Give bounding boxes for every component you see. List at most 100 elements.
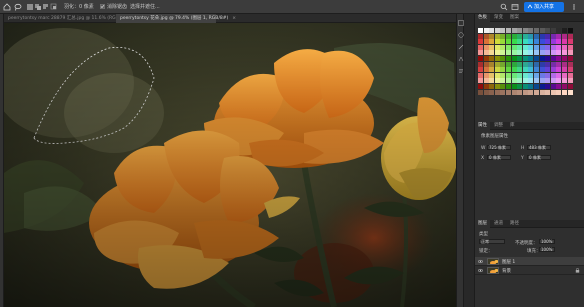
- color-swatch[interactable]: [517, 61, 523, 67]
- color-swatch[interactable]: [500, 44, 506, 50]
- search-icon[interactable]: [500, 3, 508, 11]
- tab-libraries[interactable]: 库: [507, 122, 518, 130]
- opacity-field[interactable]: 100%: [539, 239, 555, 244]
- color-swatch[interactable]: [483, 28, 489, 33]
- color-swatch[interactable]: [500, 28, 506, 33]
- color-swatch[interactable]: [478, 61, 483, 67]
- color-swatch[interactable]: [517, 44, 523, 50]
- swatch-grid[interactable]: [478, 28, 582, 95]
- color-swatch[interactable]: [545, 33, 551, 39]
- color-swatch[interactable]: [505, 89, 511, 95]
- color-swatch[interactable]: [517, 55, 523, 61]
- color-swatch[interactable]: [517, 33, 523, 39]
- color-swatch[interactable]: [556, 28, 562, 33]
- color-swatch[interactable]: [545, 39, 551, 45]
- color-swatch[interactable]: [522, 72, 528, 78]
- color-swatch[interactable]: [528, 67, 534, 73]
- color-swatch[interactable]: [528, 33, 534, 39]
- color-swatch[interactable]: [528, 50, 534, 56]
- new-selection-icon[interactable]: [26, 3, 34, 11]
- tab-properties[interactable]: 属性: [475, 122, 490, 130]
- color-swatch[interactable]: [494, 78, 500, 84]
- color-swatch[interactable]: [539, 33, 545, 39]
- color-swatch[interactable]: [483, 78, 489, 84]
- color-swatch[interactable]: [505, 83, 511, 89]
- color-swatch[interactable]: [511, 78, 517, 84]
- color-swatch[interactable]: [567, 44, 573, 50]
- color-swatch[interactable]: [522, 55, 528, 61]
- height-field[interactable]: 483 像素: [527, 145, 551, 150]
- layer-row-layer-1[interactable]: 图层 1: [475, 257, 584, 266]
- color-swatch[interactable]: [539, 39, 545, 45]
- color-swatch[interactable]: [505, 33, 511, 39]
- color-swatch[interactable]: [522, 83, 528, 89]
- color-swatch[interactable]: [550, 61, 556, 67]
- color-swatch[interactable]: [539, 44, 545, 50]
- color-swatch[interactable]: [550, 89, 556, 95]
- color-swatch[interactable]: [561, 44, 567, 50]
- color-swatch[interactable]: [545, 61, 551, 67]
- color-swatch[interactable]: [561, 33, 567, 39]
- color-swatch[interactable]: [500, 55, 506, 61]
- color-swatch[interactable]: [522, 61, 528, 67]
- color-swatch[interactable]: [528, 78, 534, 84]
- tab-channels[interactable]: 通道: [491, 220, 506, 228]
- color-swatch[interactable]: [522, 78, 528, 84]
- color-swatch[interactable]: [489, 28, 495, 33]
- color-swatch[interactable]: [567, 67, 573, 73]
- color-swatch[interactable]: [528, 61, 534, 67]
- history-icon[interactable]: [458, 20, 464, 26]
- add-selection-icon[interactable]: [34, 3, 42, 11]
- color-swatch[interactable]: [550, 44, 556, 50]
- color-swatch[interactable]: [545, 83, 551, 89]
- tab-adjustments[interactable]: 调整: [491, 122, 506, 130]
- color-swatch[interactable]: [511, 39, 517, 45]
- color-swatch[interactable]: [500, 89, 506, 95]
- color-swatch[interactable]: [511, 28, 517, 33]
- color-swatch[interactable]: [517, 83, 523, 89]
- color-swatch[interactable]: [556, 83, 562, 89]
- color-swatch[interactable]: [505, 67, 511, 73]
- color-swatch[interactable]: [505, 39, 511, 45]
- color-swatch[interactable]: [505, 61, 511, 67]
- color-swatch[interactable]: [517, 67, 523, 73]
- color-swatch[interactable]: [533, 33, 539, 39]
- more-icon[interactable]: [570, 3, 578, 11]
- color-swatch[interactable]: [528, 83, 534, 89]
- color-swatch[interactable]: [483, 33, 489, 39]
- color-swatch[interactable]: [528, 72, 534, 78]
- color-swatch[interactable]: [478, 33, 483, 39]
- color-swatch[interactable]: [511, 61, 517, 67]
- color-swatch[interactable]: [550, 55, 556, 61]
- color-swatch[interactable]: [500, 39, 506, 45]
- color-swatch[interactable]: [511, 44, 517, 50]
- tab-gradients[interactable]: 渐变: [491, 14, 506, 22]
- color-swatch[interactable]: [489, 67, 495, 73]
- color-swatch[interactable]: [539, 89, 545, 95]
- color-swatch[interactable]: [522, 39, 528, 45]
- y-field[interactable]: 0 像素: [527, 155, 551, 160]
- color-swatch[interactable]: [494, 39, 500, 45]
- color-swatch[interactable]: [528, 39, 534, 45]
- color-swatch[interactable]: [533, 39, 539, 45]
- color-swatch[interactable]: [556, 44, 562, 50]
- color-swatch[interactable]: [561, 55, 567, 61]
- color-swatch[interactable]: [545, 50, 551, 56]
- color-swatch[interactable]: [483, 83, 489, 89]
- color-swatch[interactable]: [567, 78, 573, 84]
- color-swatch[interactable]: [567, 55, 573, 61]
- color-swatch[interactable]: [494, 28, 500, 33]
- color-swatch[interactable]: [489, 89, 495, 95]
- color-swatch[interactable]: [494, 61, 500, 67]
- lasso-tool-icon[interactable]: [14, 3, 22, 11]
- color-swatch[interactable]: [533, 50, 539, 56]
- color-swatch[interactable]: [505, 50, 511, 56]
- layer-filter-label[interactable]: 类型: [479, 231, 488, 237]
- color-swatch[interactable]: [528, 44, 534, 50]
- color-swatch[interactable]: [500, 33, 506, 39]
- color-swatch[interactable]: [522, 28, 528, 33]
- color-swatch[interactable]: [556, 78, 562, 84]
- color-swatch[interactable]: [550, 50, 556, 56]
- color-swatch[interactable]: [494, 50, 500, 56]
- color-swatch[interactable]: [528, 89, 534, 95]
